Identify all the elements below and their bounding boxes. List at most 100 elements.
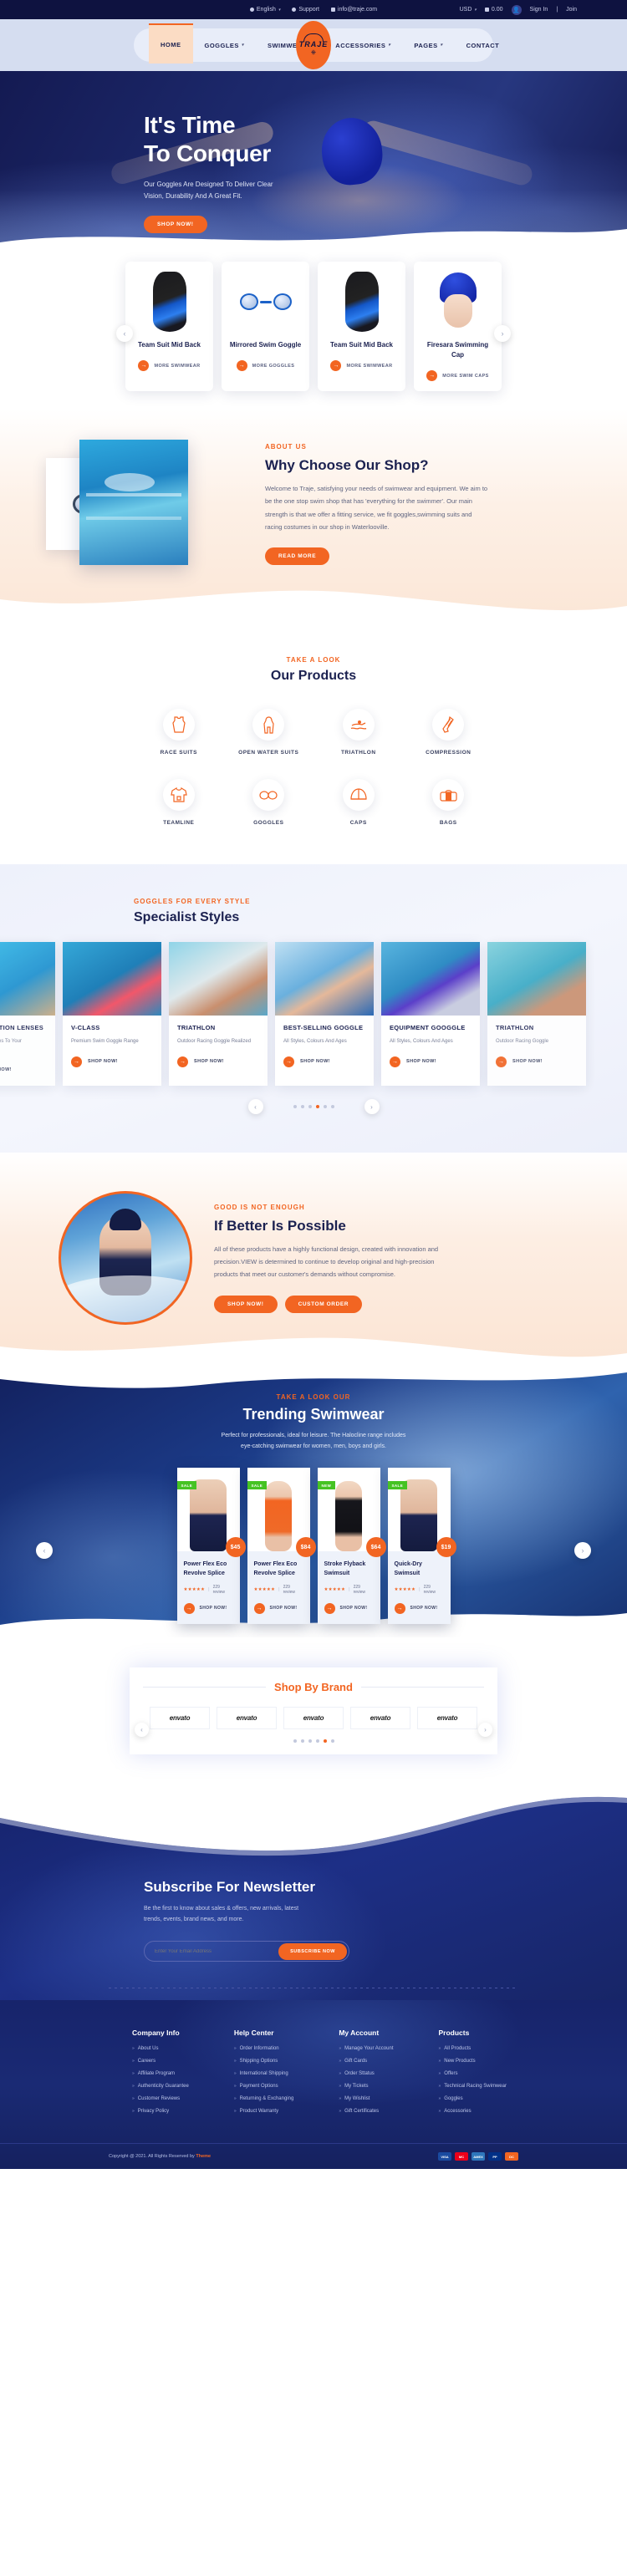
category-link[interactable]: → MORE SWIMWEAR xyxy=(138,360,200,371)
brand-logo-cell[interactable]: envato xyxy=(217,1707,277,1730)
footer-link[interactable]: » Manage Your Account xyxy=(339,2046,393,2051)
footer-link[interactable]: » Offers xyxy=(439,2071,507,2076)
footer-link[interactable]: » Order Sttatus xyxy=(339,2071,393,2076)
product-card[interactable]: SALE $19 Quick-Dry Swimsuit ★★★★★ | 229 … xyxy=(387,1468,456,1624)
footer-link[interactable]: » Product Warranty xyxy=(234,2109,294,2114)
sign-in-link[interactable]: Sign In xyxy=(530,7,548,13)
carousel-dot[interactable] xyxy=(300,1739,304,1744)
better-shop-now-button[interactable]: SHOP NOW! xyxy=(214,1295,278,1313)
carousel-dot[interactable] xyxy=(330,1105,334,1109)
brand-logo-cell[interactable]: envato xyxy=(283,1707,344,1730)
carousel-dot[interactable] xyxy=(293,1739,297,1744)
product-shop-link[interactable]: → SHOP NOW! xyxy=(394,1602,444,1614)
footer-link[interactable]: » New Products xyxy=(439,2059,507,2064)
cart-button[interactable]: 0.00 xyxy=(484,7,503,13)
specialist-shop-link[interactable]: → SHOP NOW! xyxy=(177,1056,259,1067)
footer-link[interactable]: » Technical Racing Swimwear xyxy=(439,2084,507,2089)
email-link[interactable]: info@traje.com xyxy=(330,7,377,13)
nav-item-accessories[interactable]: ACCESSORIES ▾ xyxy=(324,28,402,62)
specialist-card[interactable]: BEST-SELLING GOGGLE All Styles, Colours … xyxy=(275,942,374,1087)
carousel-dot[interactable] xyxy=(308,1739,312,1744)
carousel-dot[interactable] xyxy=(330,1739,334,1744)
subscribe-button[interactable]: SUBSCRIBE NOW xyxy=(278,1942,347,1960)
footer-link[interactable]: » Shipping Options xyxy=(234,2059,294,2064)
join-link[interactable]: Join xyxy=(566,7,577,13)
category-card[interactable]: Mirrored Swim Goggle → MORE GOGGLES xyxy=(222,262,309,391)
specialist-card[interactable]: TRIATHLON Outdoor Racing Goggle Realized… xyxy=(169,942,268,1087)
specialist-card[interactable]: V-CLASS Premium Swim Goggle Range → SHOP… xyxy=(63,942,161,1087)
footer-link[interactable]: » Accessories xyxy=(439,2109,507,2114)
footer-link[interactable]: » Goggles xyxy=(439,2096,507,2101)
brand-logo-cell[interactable]: envato xyxy=(417,1707,477,1730)
product-shop-link[interactable]: → SHOP NOW! xyxy=(253,1602,303,1614)
carousel-dot-active[interactable] xyxy=(323,1739,327,1744)
carousel-dot[interactable] xyxy=(300,1105,304,1109)
brand-prev-button[interactable]: ‹ xyxy=(135,1723,149,1738)
specialist-card[interactable]: EQUIPMENT GOOGGLE All Styles, Colours An… xyxy=(381,942,480,1087)
footer-link[interactable]: » Payment Options xyxy=(234,2084,294,2089)
carousel-dot[interactable] xyxy=(315,1739,319,1744)
footer-link[interactable]: » Gift Cards xyxy=(339,2059,393,2064)
better-custom-order-button[interactable]: CUSTOM ORDER xyxy=(284,1295,363,1313)
specialist-shop-link[interactable]: → SHOP NOW! xyxy=(390,1056,472,1067)
brand-next-button[interactable]: › xyxy=(478,1723,492,1738)
nav-item-goggles[interactable]: GOGGLES ▾ xyxy=(193,28,256,62)
carousel-dot[interactable] xyxy=(293,1105,297,1109)
footer-link[interactable]: » International Shipping xyxy=(234,2071,294,2076)
footer-link[interactable]: » Authenticity Guarantee xyxy=(132,2084,189,2089)
specialist-next-button[interactable]: › xyxy=(364,1099,380,1115)
specialist-card[interactable]: PRESCRIPTION LENSES Prescribe Lenses To … xyxy=(0,942,55,1087)
about-read-more-button[interactable]: READ MORE xyxy=(265,547,330,565)
footer-link[interactable]: » My Tickets xyxy=(339,2084,393,2089)
specialist-shop-link[interactable]: → SHOP NOW! xyxy=(496,1056,578,1067)
product-category-bags[interactable]: BAGS xyxy=(404,779,494,826)
product-category-goggles[interactable]: GOGGLES xyxy=(224,779,314,826)
product-category-open-water-suits[interactable]: OPEN WATER SUITS xyxy=(224,709,314,756)
category-prev-button[interactable]: ‹ xyxy=(116,324,133,342)
footer-link[interactable]: » All Products xyxy=(439,2046,507,2051)
product-shop-link[interactable]: → SHOP NOW! xyxy=(183,1602,233,1614)
footer-link[interactable]: » Privacy Policy xyxy=(132,2109,189,2114)
category-card[interactable]: Team Suit Mid Back → MORE SWIMWEAR xyxy=(318,262,405,391)
footer-link[interactable]: » Customer Reviews xyxy=(132,2096,189,2101)
category-card[interactable]: Team Suit Mid Back → MORE SWIMWEAR xyxy=(125,262,213,391)
brand-logo-cell[interactable]: envato xyxy=(350,1707,410,1730)
copyright-brand[interactable]: Theme xyxy=(196,2154,211,2159)
product-card[interactable]: SALE $84 Power Flex Eco Revolve Splice ★… xyxy=(247,1468,316,1624)
footer-link[interactable]: » Affiliate Program xyxy=(132,2071,189,2076)
footer-link[interactable]: » Order Information xyxy=(234,2046,294,2051)
specialist-shop-link[interactable]: → SHOP NOW! xyxy=(283,1056,365,1067)
category-link[interactable]: → MORE GOGGLES xyxy=(236,360,295,371)
product-category-compression[interactable]: COMPRESSION xyxy=(404,709,494,756)
product-card[interactable]: SALE $45 Power Flex Eco Revolve Splice ★… xyxy=(176,1468,246,1624)
hero-shop-now-button[interactable]: SHOP NOW! xyxy=(144,216,207,234)
nav-item-contact[interactable]: CONTACT xyxy=(455,28,512,62)
nav-item-home[interactable]: HOME xyxy=(149,23,193,64)
brand-logo-cell[interactable]: envato xyxy=(150,1707,210,1730)
footer-link[interactable]: » Gift Certificates xyxy=(339,2109,393,2114)
category-link[interactable]: → MORE SWIMWEAR xyxy=(330,360,392,371)
category-next-button[interactable]: › xyxy=(494,324,511,342)
category-link[interactable]: → MORE SWIM CAPS xyxy=(426,370,488,381)
product-shop-link[interactable]: → SHOP NOW! xyxy=(324,1602,374,1614)
specialist-shop-link[interactable]: → SHOP NOW! xyxy=(0,1064,47,1075)
footer-link[interactable]: » About Us xyxy=(132,2046,189,2051)
nav-item-pages[interactable]: PAGES ▾ xyxy=(402,28,454,62)
footer-link[interactable]: » Returning & Exchanging xyxy=(234,2096,294,2101)
carousel-dot[interactable] xyxy=(323,1105,327,1109)
specialist-prev-button[interactable]: ‹ xyxy=(247,1099,263,1115)
support-link[interactable]: Support xyxy=(292,7,319,13)
footer-link[interactable]: » My Wishlist xyxy=(339,2096,393,2101)
currency-selector[interactable]: USD ▾ xyxy=(460,7,477,13)
carousel-dot[interactable] xyxy=(308,1105,312,1109)
category-card[interactable]: Firesara Swimming Cap → MORE SWIM CAPS xyxy=(414,262,502,391)
specialist-card[interactable]: TRIATHLON Outdoor Racing Goggle → SHOP N… xyxy=(487,942,586,1087)
email-input[interactable] xyxy=(155,1948,279,1954)
site-logo[interactable]: TRAJE ⎈ xyxy=(296,21,331,69)
product-category-race-suits[interactable]: RACE SUITS xyxy=(134,709,224,756)
language-selector[interactable]: English ▾ xyxy=(249,7,280,13)
product-category-triathlon[interactable]: TRIATHLON xyxy=(314,709,404,756)
footer-link[interactable]: » Careers xyxy=(132,2059,189,2064)
specialist-shop-link[interactable]: → SHOP NOW! xyxy=(71,1056,153,1067)
product-category-caps[interactable]: CAPS xyxy=(314,779,404,826)
